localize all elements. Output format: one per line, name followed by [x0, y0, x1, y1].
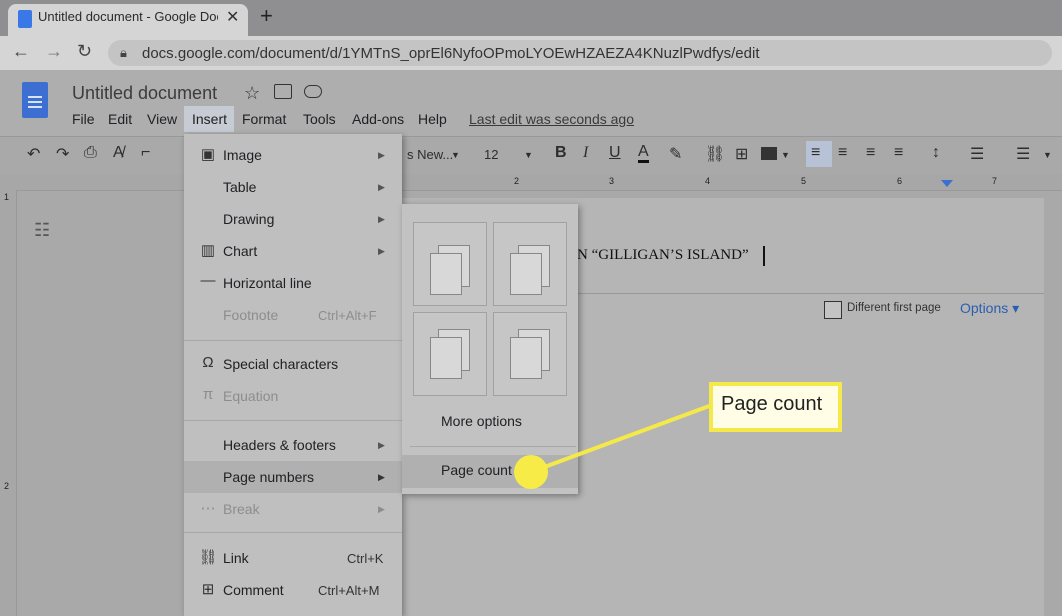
callout-label: Page count: [721, 393, 823, 415]
callout-dot: [514, 455, 548, 489]
callout-connector: [530, 403, 713, 474]
